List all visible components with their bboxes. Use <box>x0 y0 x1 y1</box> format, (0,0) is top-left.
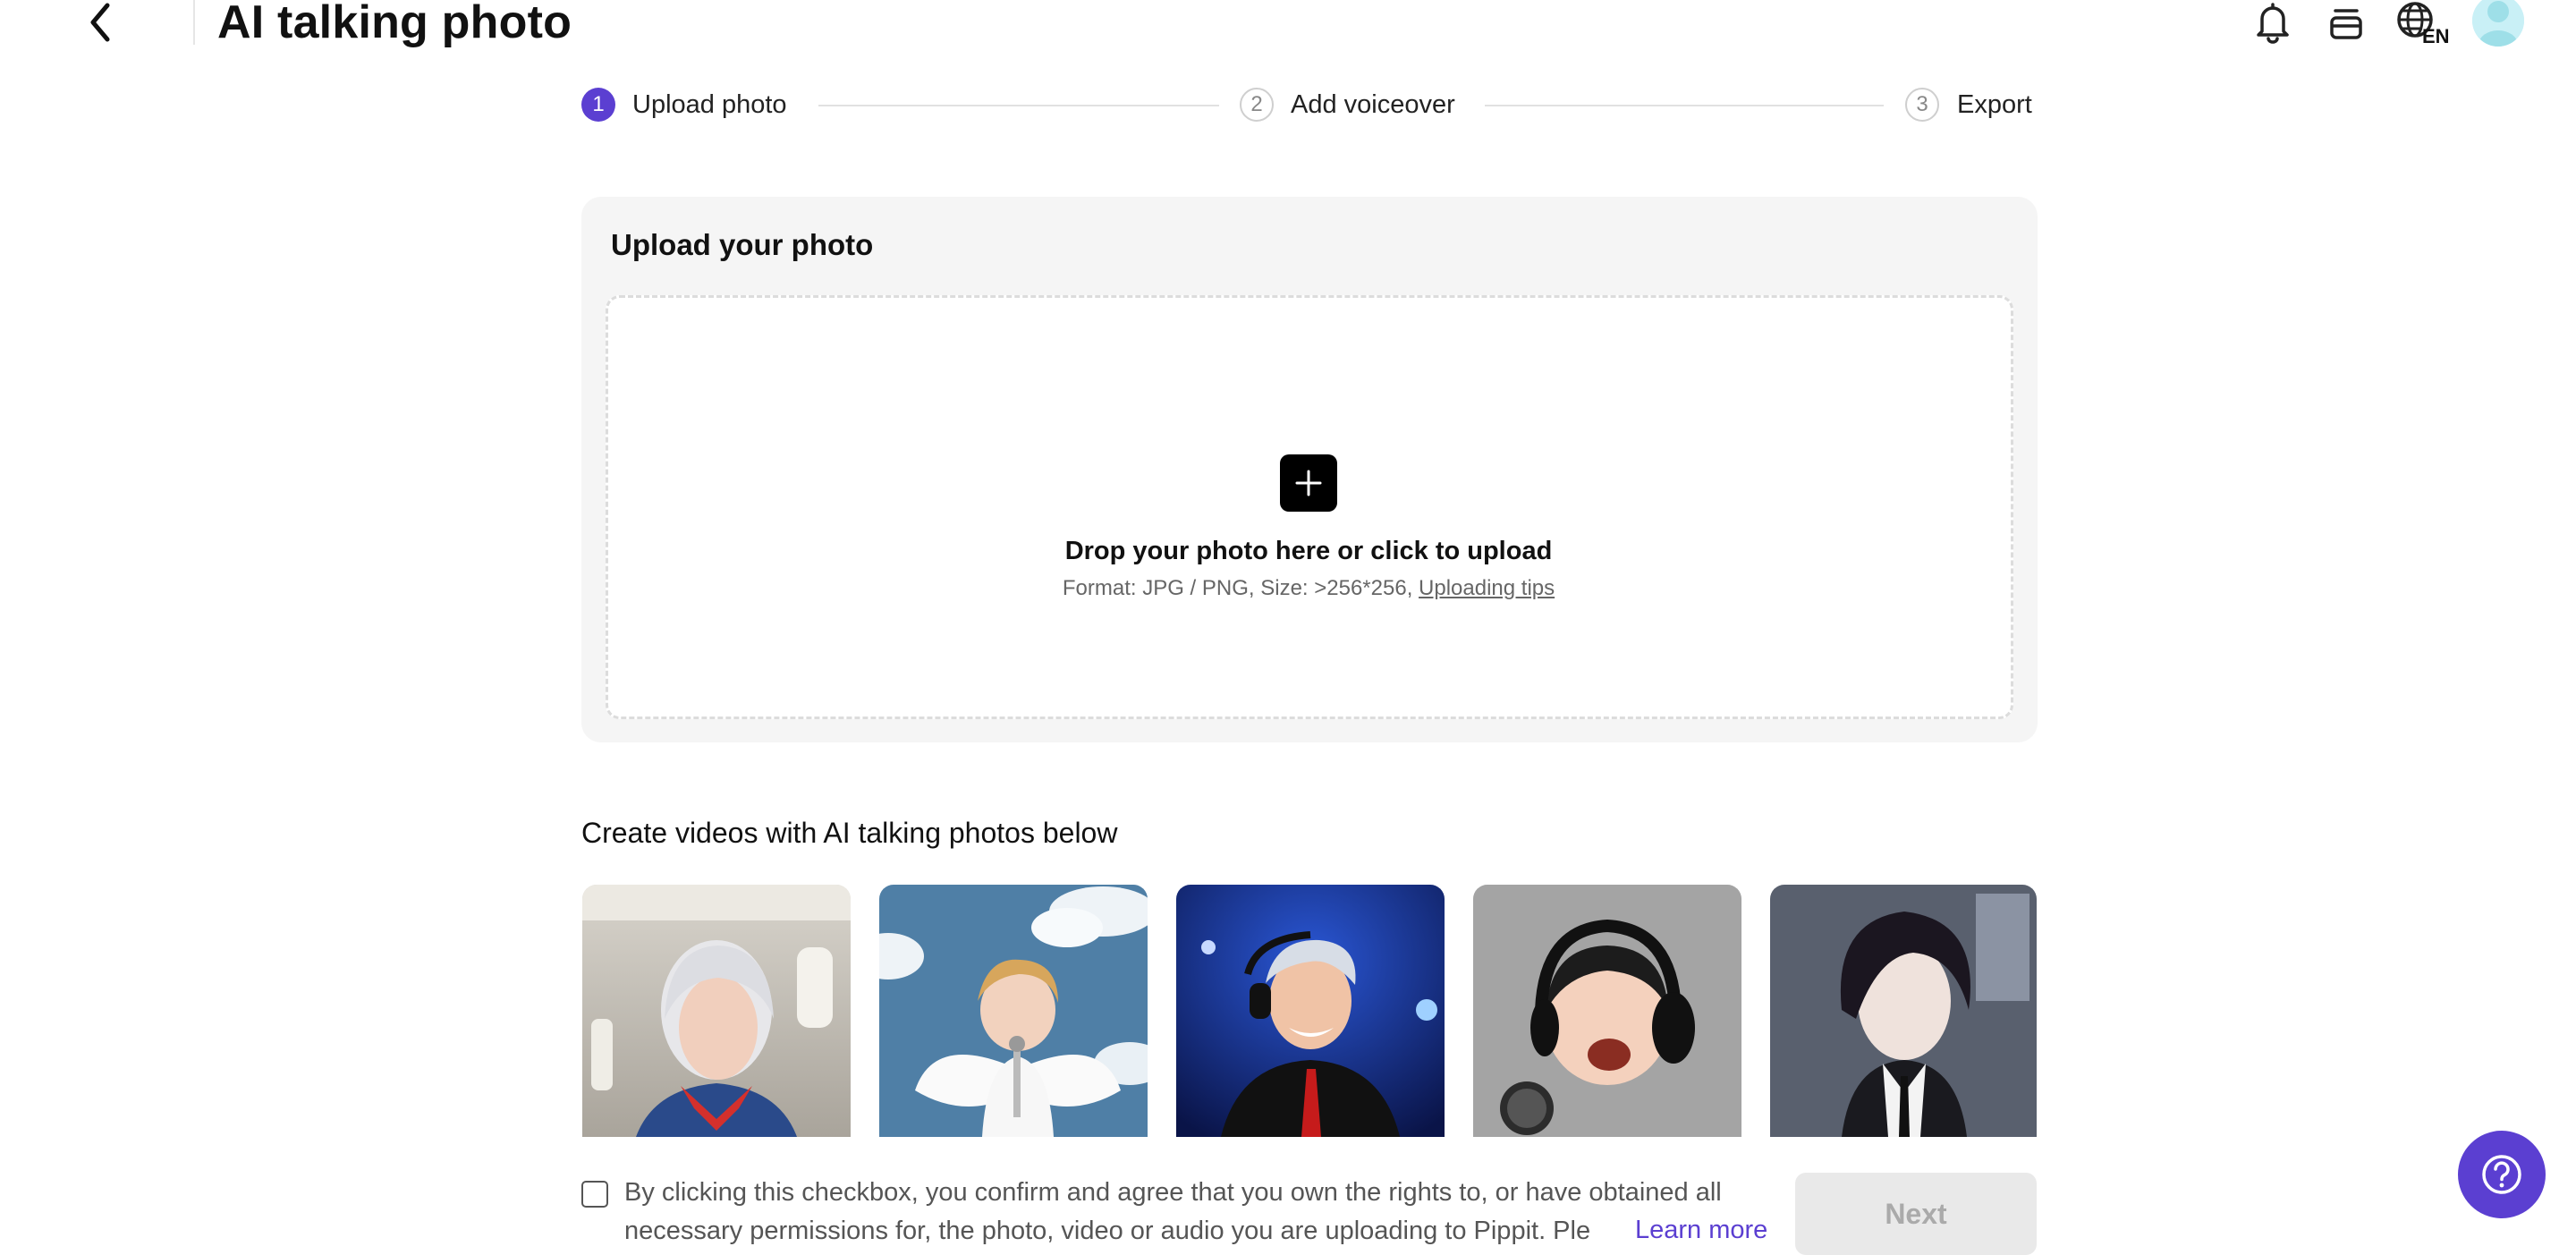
flight-attendant-photo[interactable] <box>582 885 851 1137</box>
learn-more-link[interactable]: Learn more <box>1631 1211 1768 1250</box>
help-question-icon <box>2482 1155 2521 1194</box>
angel-child-photo[interactable] <box>879 885 1148 1137</box>
help-button[interactable] <box>2458 1131 2546 1218</box>
step-3-indicator: 3 <box>1905 88 1939 122</box>
step-2-indicator: 2 <box>1240 88 1274 122</box>
step-2-label: Add voiceover <box>1291 90 1455 119</box>
uploading-tips-link[interactable]: Uploading tips <box>1419 576 1555 600</box>
baby-headphones-photo[interactable] <box>1473 885 1741 1137</box>
step-connector <box>1485 105 1884 106</box>
consent-text: By clicking this checkbox, you confirm a… <box>624 1174 1751 1251</box>
language-globe-icon: EN <box>2397 2 2450 45</box>
format-requirements: Format: JPG / PNG, Size: >256*256, Uploa… <box>0 574 2576 603</box>
next-button[interactable]: Next <box>1795 1173 2037 1255</box>
chevron-left-icon <box>90 3 110 42</box>
upload-card-title: Upload your photo <box>611 228 874 261</box>
avatar[interactable] <box>2472 0 2524 47</box>
credits-icon <box>2330 9 2362 39</box>
consent-line-1: By clicking this checkbox, you confirm a… <box>624 1178 1722 1207</box>
header-divider <box>193 0 195 45</box>
bell-icon <box>2257 3 2289 44</box>
step-connector <box>818 105 1219 106</box>
format-text: Format: JPG / PNG, Size: >256*256, <box>1062 576 1419 600</box>
plus-icon <box>1295 470 1322 496</box>
step-1-indicator: 1 <box>581 88 615 122</box>
gallery-title: Create videos with AI talking photos bel… <box>581 817 1118 849</box>
consent-line-2: necessary permissions for, the photo, vi… <box>624 1217 1591 1245</box>
page-title: AI talking photo <box>217 0 572 48</box>
back-button[interactable] <box>79 0 123 45</box>
language-button[interactable]: EN <box>2394 0 2453 45</box>
user-avatar-icon <box>2472 0 2524 47</box>
consent-checkbox[interactable] <box>581 1181 608 1208</box>
language-badge: EN <box>2422 25 2450 45</box>
step-1-label: Upload photo <box>632 90 787 119</box>
singer-headphones-photo[interactable] <box>1176 885 1445 1137</box>
step-3-label: Export <box>1957 90 2032 119</box>
anime-boy-photo[interactable] <box>1770 885 2037 1137</box>
upload-button[interactable] <box>1280 454 1337 512</box>
notifications-button[interactable] <box>2250 0 2295 45</box>
credits-button[interactable] <box>2324 0 2368 45</box>
dropzone-instructions: Drop your photo here or click to upload <box>1064 537 1553 565</box>
